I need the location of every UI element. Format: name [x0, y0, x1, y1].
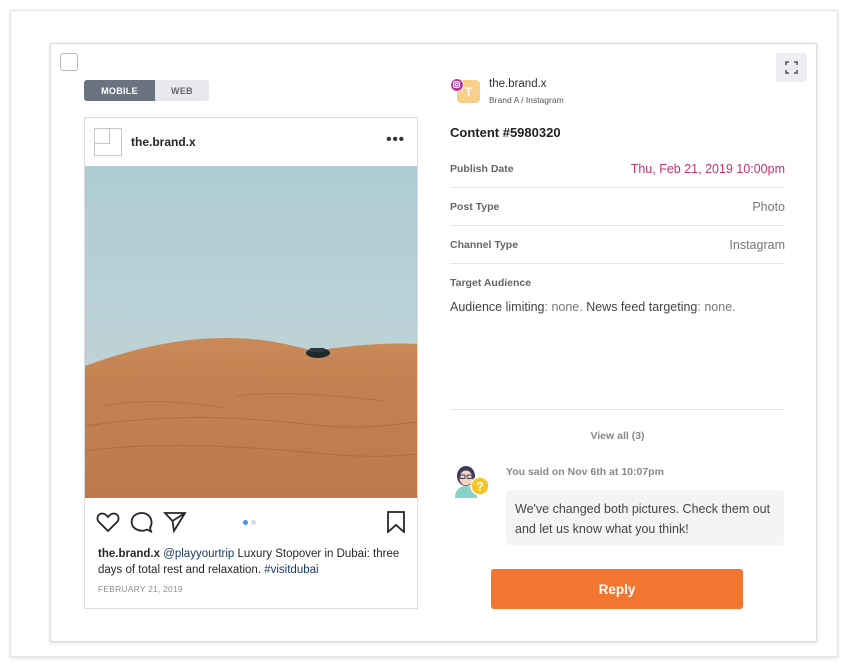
carousel-dot: [251, 520, 256, 525]
svg-text:?: ?: [476, 480, 483, 494]
caption-mention[interactable]: @playyourtrip: [163, 548, 234, 560]
row-post-type: Post Type Photo: [450, 188, 785, 226]
post-date: FEBRUARY 21, 2019: [98, 584, 183, 594]
row-publish-date: Publish Date Thu, Feb 21, 2019 10:00pm: [450, 150, 785, 188]
carousel-dot-active: [243, 520, 248, 525]
post-type-label: Post Type: [450, 200, 500, 213]
tab-mobile[interactable]: MOBILE: [84, 80, 155, 101]
target-audience-text: Audience limiting: none. News feed targe…: [450, 300, 785, 314]
audience-limiting-value: : none.: [544, 300, 587, 314]
comment-icon[interactable]: [130, 511, 153, 533]
details-panel: T the.brand.x Brand A / Instagram Conten…: [450, 77, 785, 314]
post-header: the.brand.x •••: [85, 118, 417, 166]
comment-bubble: We've changed both pictures. Check them …: [506, 490, 784, 545]
news-feed-label: News feed targeting: [586, 300, 698, 314]
publish-date-value: Thu, Feb 21, 2019 10:00pm: [630, 161, 785, 176]
tab-web[interactable]: WEB: [155, 80, 209, 101]
instagram-icon: [450, 78, 464, 92]
post-photo: [85, 166, 417, 498]
view-all-link[interactable]: View all (3): [450, 430, 785, 442]
more-icon[interactable]: •••: [386, 132, 405, 147]
brand-name: the.brand.x: [489, 78, 547, 90]
post-actions: [85, 498, 417, 546]
post-type-value: Photo: [752, 199, 785, 214]
channel-type-label: Channel Type: [450, 238, 519, 251]
detail-rows: Publish Date Thu, Feb 21, 2019 10:00pm P…: [450, 150, 785, 264]
heart-icon[interactable]: [96, 511, 120, 533]
content-card: MOBILE WEB the.brand.x ••• the.brand.x @…: [50, 43, 817, 642]
outer-frame: MOBILE WEB the.brand.x ••• the.brand.x @…: [10, 10, 838, 657]
audience-limiting-label: Audience limiting: [450, 300, 545, 314]
target-audience-label: Target Audience: [450, 277, 532, 289]
reply-button[interactable]: Reply: [491, 569, 743, 609]
row-channel-type: Channel Type Instagram: [450, 226, 785, 264]
channel-type-value: Instagram: [729, 237, 785, 252]
brand-row: T the.brand.x Brand A / Instagram: [450, 77, 785, 107]
carousel-dots: [243, 520, 256, 525]
publish-date-label: Publish Date: [450, 162, 514, 175]
select-checkbox[interactable]: [60, 53, 78, 71]
brand-avatar: T: [450, 78, 480, 104]
post-username: the.brand.x: [131, 135, 196, 149]
share-icon[interactable]: [163, 511, 187, 533]
divider: [450, 409, 785, 410]
post-caption: the.brand.x @playyourtrip Luxury Stopove…: [85, 546, 417, 578]
news-feed-value: : none.: [697, 300, 736, 314]
caption-username[interactable]: the.brand.x: [98, 548, 160, 560]
commenter-avatar: ?: [455, 466, 490, 498]
view-toggle: MOBILE WEB: [84, 80, 209, 101]
bookmark-icon[interactable]: [386, 511, 406, 533]
expand-icon: [785, 61, 798, 74]
post-preview: the.brand.x ••• the.brand.x @playyourtri…: [84, 117, 418, 609]
brand-channel: Brand A / Instagram: [489, 95, 564, 105]
avatar: [94, 128, 122, 156]
content-title: Content #5980320: [450, 125, 561, 140]
comment-meta: You said on Nov 6th at 10:07pm: [506, 466, 664, 478]
caption-hashtag[interactable]: #visitdubai: [264, 564, 318, 576]
